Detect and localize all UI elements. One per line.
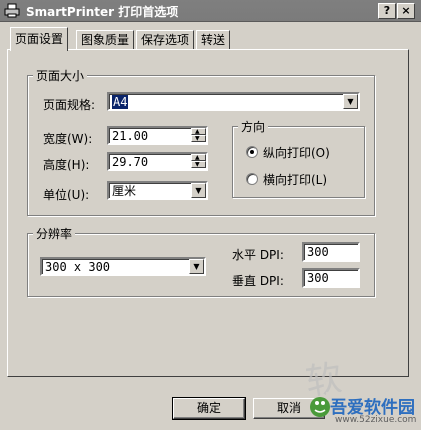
v-dpi-input[interactable]: 300 xyxy=(302,268,360,288)
landscape-radio[interactable] xyxy=(246,173,258,185)
page-spec-select[interactable]: A4 xyxy=(107,92,360,111)
spin-up-icon[interactable]: ▲ xyxy=(191,128,206,135)
portrait-label[interactable]: 纵向打印(O) xyxy=(263,144,330,161)
unit-label: 单位(U): xyxy=(43,188,90,202)
chevron-down-icon[interactable]: ▼ xyxy=(191,183,206,198)
help-button[interactable]: ? xyxy=(378,3,396,19)
v-dpi-label: 垂直 DPI: xyxy=(232,274,284,288)
spin-down-icon[interactable]: ▼ xyxy=(191,161,206,168)
printer-icon xyxy=(4,3,20,18)
ok-button[interactable]: 确定 xyxy=(172,397,246,420)
portrait-radio[interactable] xyxy=(246,146,258,158)
spin-up-icon[interactable]: ▲ xyxy=(191,154,206,161)
tab-page-setup[interactable]: 页面设置 xyxy=(10,27,69,51)
h-dpi-label: 水平 DPI: xyxy=(232,248,284,262)
h-dpi-input[interactable]: 300 xyxy=(302,242,360,262)
orientation-group-title: 方向 xyxy=(238,118,269,135)
window-title: SmartPrinter 打印首选项 xyxy=(26,5,179,19)
height-stepper[interactable]: ▲ ▼ xyxy=(191,154,206,169)
page-size-group-title: 页面大小 xyxy=(33,67,88,84)
title-bar[interactable]: SmartPrinter 打印首选项 ? × xyxy=(0,0,421,22)
tab-save-options[interactable]: 保存选项 xyxy=(136,30,195,50)
tab-forward[interactable]: 转送 xyxy=(196,30,231,50)
tab-image-quality[interactable]: 图象质量 xyxy=(76,30,135,50)
chevron-down-icon[interactable]: ▼ xyxy=(343,94,358,109)
landscape-label[interactable]: 横向打印(L) xyxy=(263,171,327,188)
page-spec-label: 页面规格: xyxy=(43,98,96,112)
width-label: 宽度(W): xyxy=(43,132,93,146)
chevron-down-icon[interactable]: ▼ xyxy=(189,259,204,274)
resolution-group-title: 分辨率 xyxy=(33,225,76,242)
watermark-site-url: www.52zixue.com xyxy=(335,415,417,425)
page-spec-value: A4 xyxy=(112,95,129,109)
resolution-preset-select[interactable]: 300 x 300 xyxy=(40,257,206,276)
close-button[interactable]: × xyxy=(397,3,415,19)
spin-down-icon[interactable]: ▼ xyxy=(191,135,206,142)
radio-selected-icon xyxy=(250,150,254,154)
height-label: 高度(H): xyxy=(43,158,90,172)
width-stepper[interactable]: ▲ ▼ xyxy=(191,128,206,143)
